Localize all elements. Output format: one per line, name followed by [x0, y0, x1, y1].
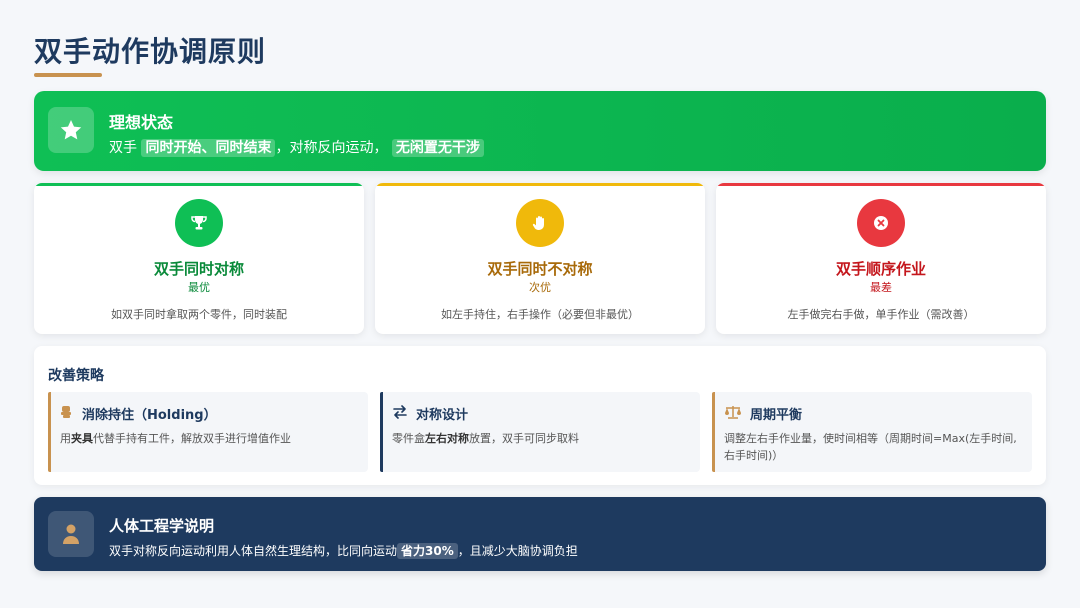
card-title: 双手同时对称: [153, 260, 244, 278]
card-title: 双手同时不对称: [487, 260, 593, 278]
card-sequential: 双手顺序作业 最差 左手做完右手做，单手作业（需改善）: [716, 183, 1046, 334]
card-rank: 最差: [870, 281, 892, 294]
strategy-item-title: 周期平衡: [750, 408, 803, 423]
strategy-title: 改善策略: [48, 368, 104, 384]
ergonomics-text: 双手对称反向运动利用人体自然生理结构，比同向运动 省力30% ，且减少大脑协调负担: [109, 543, 578, 559]
highlight-sync: 同时开始、同时结束: [141, 139, 276, 157]
strategy-item-desc: 零件盒左右对称放置，双手可同步取料: [392, 432, 579, 445]
close-circle-icon: [857, 199, 905, 247]
highlight-effort: 省力30%: [397, 543, 458, 559]
card-rank: 最优: [188, 281, 210, 294]
hand-icon: [516, 199, 564, 247]
card-desc: 如双手同时拿取两个零件，同时装配: [111, 308, 287, 321]
strategy-item-title: 对称设计: [416, 408, 469, 423]
ergonomics-banner: 人体工程学说明 双手对称反向运动利用人体自然生理结构，比同向运动 省力30% ，且减…: [34, 497, 1046, 571]
balance-icon: [724, 405, 742, 423]
card-title: 双手顺序作业: [835, 260, 926, 278]
page-title: 双手动作协调原则: [34, 35, 267, 68]
card-asymmetric: 双手同时不对称 次优 如左手持住，右手操作（必要但非最优）: [375, 183, 705, 334]
person-icon: [48, 511, 94, 557]
strategy-item-title: 消除持住（Holding）: [82, 408, 217, 423]
strategy-item-desc: 调整左右手作业量，使时间相等（周期时间=Max(左手时间,右手时间)）: [724, 432, 1017, 462]
card-symmetric: 双手同时对称 最优 如双手同时拿取两个零件，同时装配: [34, 183, 364, 334]
card-desc: 左手做完右手做，单手作业（需改善）: [787, 308, 975, 321]
ideal-state-text: 双手 同时开始、同时结束 ，对称反向运动， 无闲置无干涉: [109, 137, 484, 157]
ideal-state-title: 理想状态: [109, 113, 174, 132]
ideal-state-banner: 理想状态 双手 同时开始、同时结束 ，对称反向运动， 无闲置无干涉: [34, 91, 1046, 171]
strategy-panel: 改善策略 消除持住（Holding） 用夹具代替手持有工件，解放双手进行增值作业…: [34, 346, 1046, 485]
strategy-item: 消除持住（Holding） 用夹具代替手持有工件，解放双手进行增值作业: [48, 392, 368, 472]
strategy-item-desc: 用夹具代替手持有工件，解放双手进行增值作业: [60, 432, 291, 445]
title-underline: [34, 73, 102, 77]
swap-arrows-icon: [392, 404, 408, 423]
card-rank: 次优: [529, 281, 551, 294]
strategy-item: 周期平衡 调整左右手作业量，使时间相等（周期时间=Max(左手时间,右手时间)）: [712, 392, 1032, 472]
highlight-no-idle: 无闲置无干涉: [391, 139, 484, 157]
thumb-icon: [60, 405, 74, 423]
star-icon: [48, 107, 94, 153]
strategy-item: 对称设计 零件盒左右对称放置，双手可同步取料: [380, 392, 700, 472]
ergonomics-title: 人体工程学说明: [109, 517, 215, 535]
card-desc: 如左手持住，右手操作（必要但非最优）: [441, 308, 639, 321]
trophy-icon: [175, 199, 223, 247]
